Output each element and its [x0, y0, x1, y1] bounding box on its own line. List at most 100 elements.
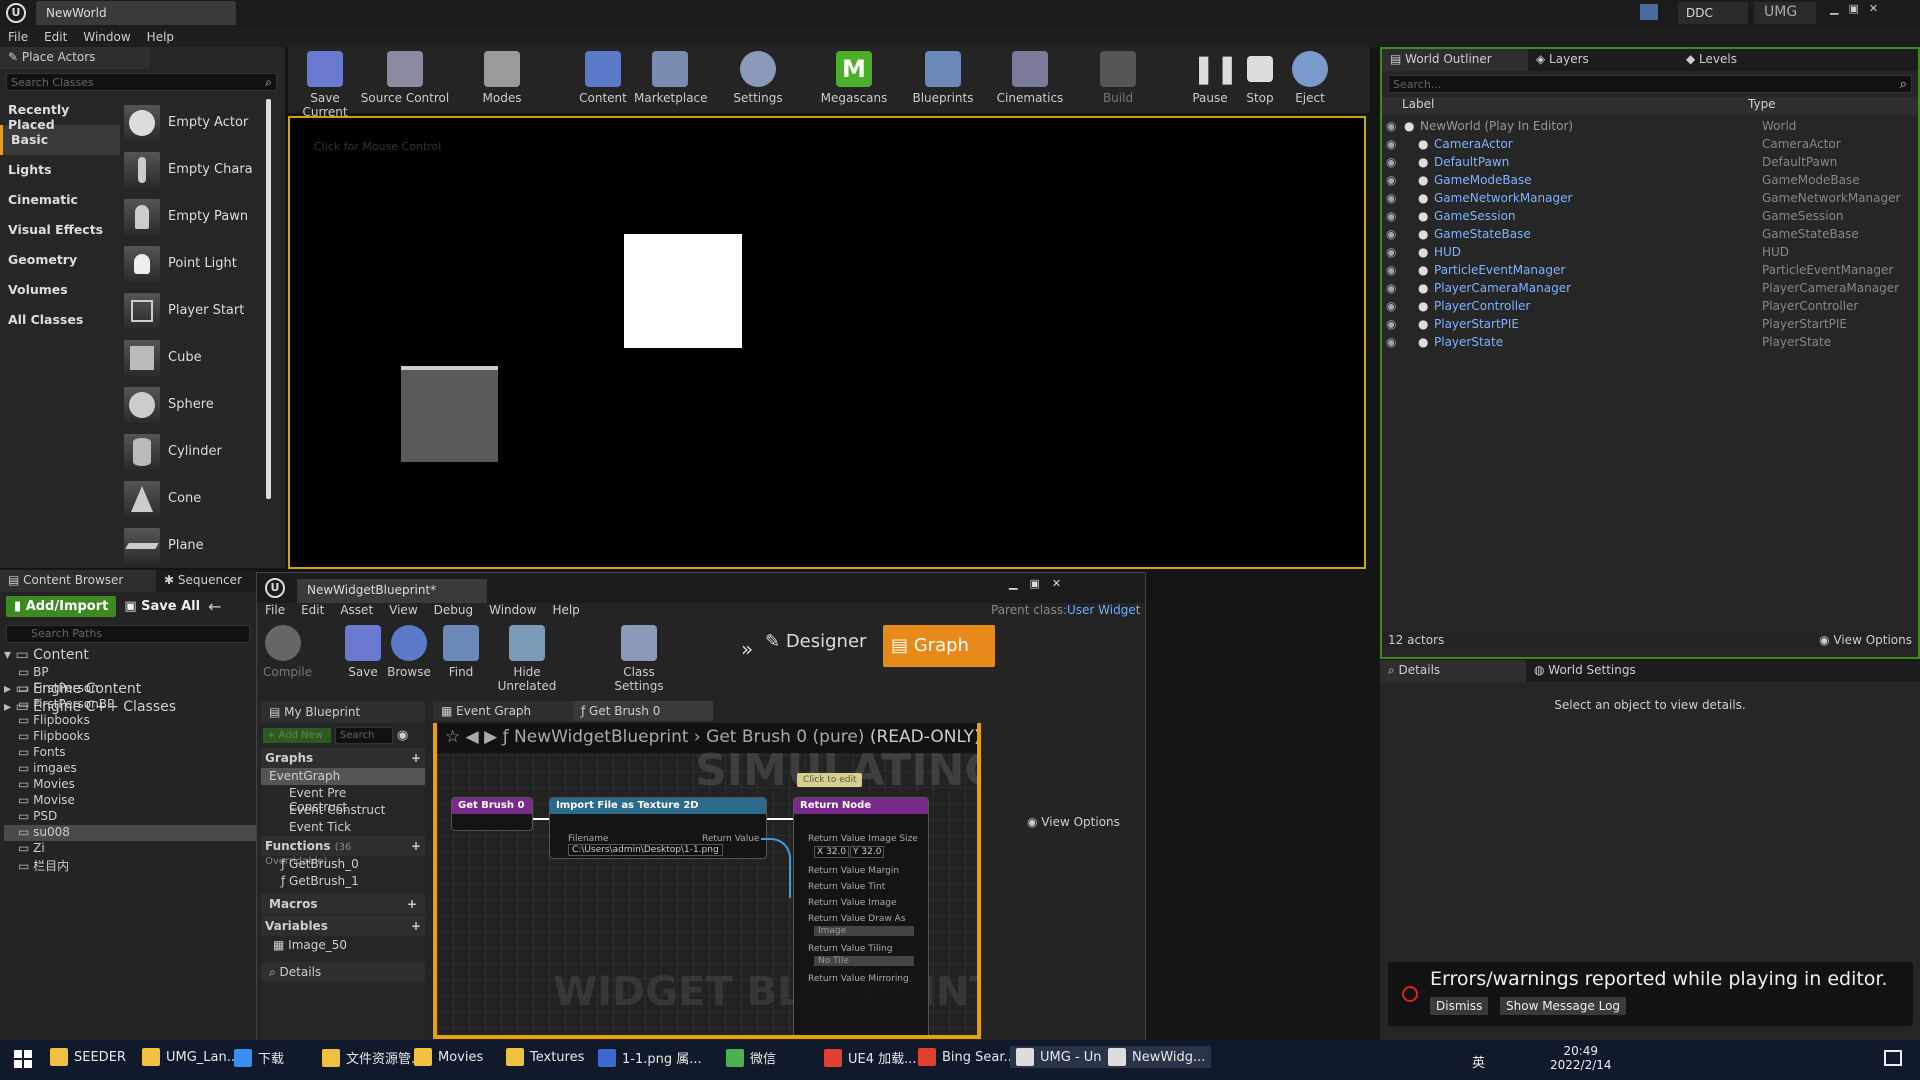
menu-edit[interactable]: Edit: [36, 27, 75, 47]
visibility-eye-icon[interactable]: ◉: [1382, 245, 1404, 259]
outliner-row[interactable]: ◉ ● NewWorld (Play In Editor) World: [1382, 117, 1918, 135]
search-classes-input[interactable]: Search Classes ⌕: [6, 73, 277, 91]
taskbar-app[interactable]: 1-1.png 属...: [598, 1048, 702, 1067]
taskbar-app[interactable]: 下载: [234, 1048, 284, 1067]
tab-sequencer[interactable]: ✱ Sequencer: [156, 570, 250, 592]
comment-bubble[interactable]: Click to edit: [797, 773, 863, 787]
windows-start-icon[interactable]: [14, 1050, 32, 1068]
browse-button[interactable]: Browse: [387, 625, 431, 679]
hide-unrelated-button[interactable]: Hide Unrelated: [491, 625, 563, 693]
category-volumes[interactable]: Volumes: [0, 275, 120, 305]
eject-button[interactable]: Eject: [1292, 51, 1328, 105]
place-item-empty-character[interactable]: Empty Chara: [124, 146, 264, 193]
tab-content-browser[interactable]: ▤ Content Browser: [0, 570, 156, 592]
add-icon[interactable]: +: [411, 751, 421, 765]
folder-item[interactable]: ▭ Movies: [4, 777, 256, 793]
outliner-row[interactable]: ◉ ● PlayerStartPIE PlayerStartPIE: [1382, 315, 1918, 333]
place-item-empty-actor[interactable]: Empty Actor: [124, 99, 264, 146]
functions-section[interactable]: Functions (36 Overridable) +: [261, 836, 425, 867]
folder-item[interactable]: ▭ Zi: [4, 841, 256, 857]
visibility-eye-icon[interactable]: ◉: [1382, 119, 1404, 133]
designer-button[interactable]: ✎ Designer: [765, 631, 866, 652]
visibility-eye-icon[interactable]: ◉: [1382, 137, 1404, 151]
graphs-section[interactable]: Graphs +: [261, 748, 425, 768]
category-cinematic[interactable]: Cinematic: [0, 185, 120, 215]
content-button[interactable]: Content: [578, 51, 628, 105]
col-label[interactable]: Label: [1382, 97, 1748, 115]
place-actors-tab[interactable]: ✎ Place Actors: [0, 47, 150, 69]
category-lights[interactable]: Lights: [0, 155, 120, 185]
event-graph-item[interactable]: EventGraph: [261, 768, 425, 785]
dismiss-button[interactable]: Dismiss: [1430, 997, 1489, 1015]
megascans-button[interactable]: M Megascans: [816, 51, 892, 105]
show-message-log-button[interactable]: Show Message Log: [1500, 997, 1627, 1015]
class-settings-button[interactable]: Class Settings: [601, 625, 677, 693]
folder-item[interactable]: ▭ imgaes: [4, 761, 256, 777]
tree-engine-cpp[interactable]: ▸ ▭ Engine C++ Classes: [0, 699, 256, 717]
maximize-icon[interactable]: ▣: [1029, 577, 1039, 590]
return-node[interactable]: Return Node Return Value Image Size X 32…: [793, 797, 929, 1035]
search-paths-input[interactable]: Search Paths: [6, 625, 250, 643]
compile-button[interactable]: Compile: [263, 625, 312, 679]
bp-menu-asset[interactable]: Asset: [332, 603, 381, 621]
stop-button[interactable]: Stop: [1242, 51, 1278, 105]
notification-center-icon[interactable]: [1884, 1050, 1902, 1066]
tab-get-brush[interactable]: ƒ Get Brush 0: [573, 701, 713, 721]
visibility-eye-icon[interactable]: ◉: [1382, 155, 1404, 169]
tree-content-root[interactable]: ▾ ▭ Content: [0, 647, 256, 665]
menu-window[interactable]: Window: [75, 27, 138, 47]
marketplace-button[interactable]: Marketplace: [634, 51, 708, 105]
function-item[interactable]: ƒ GetBrush_0: [261, 856, 425, 873]
visibility-eye-icon[interactable]: ◉: [1382, 299, 1404, 313]
event-construct[interactable]: Event Construct: [261, 802, 425, 819]
place-item-cylinder[interactable]: Cylinder: [124, 428, 264, 475]
tab-layers[interactable]: ◈ Layers: [1528, 49, 1678, 71]
folder-item[interactable]: ▭ su008: [4, 825, 256, 841]
tree-engine-content[interactable]: ▸ ▭ Engine Content: [0, 681, 256, 699]
taskbar-app[interactable]: Movies: [414, 1048, 483, 1066]
tab-event-graph[interactable]: ▦ Event Graph: [433, 701, 573, 721]
bp-menu-debug[interactable]: Debug: [426, 603, 481, 621]
visibility-eye-icon[interactable]: ◉: [1382, 281, 1404, 295]
place-item-point-light[interactable]: Point Light: [124, 240, 264, 287]
back-icon[interactable]: ◀: [466, 727, 484, 747]
outliner-row[interactable]: ◉ ● GameModeBase GameModeBase: [1382, 171, 1918, 189]
col-type[interactable]: Type: [1748, 97, 1776, 115]
find-button[interactable]: Find: [443, 625, 479, 679]
visibility-eye-icon[interactable]: ◉: [1382, 263, 1404, 277]
pin-mirroring[interactable]: Return Value Mirroring: [808, 974, 909, 984]
bp-menu-help[interactable]: Help: [544, 603, 587, 621]
place-item-sphere[interactable]: Sphere: [124, 381, 264, 428]
tray-ime-label[interactable]: 英: [1472, 1056, 1485, 1071]
source-control-button[interactable]: Source Control: [360, 51, 450, 105]
place-scrollbar[interactable]: [266, 99, 271, 499]
close-icon[interactable]: ✕: [1869, 2, 1878, 15]
level-tab[interactable]: NewWorld: [36, 1, 236, 25]
folder-item[interactable]: ▭ Movise: [4, 793, 256, 809]
taskbar-app[interactable]: UE4 加载...: [824, 1048, 917, 1067]
place-item-plane[interactable]: Plane: [124, 522, 264, 569]
draw-as-dropdown[interactable]: Image: [814, 926, 914, 936]
taskbar-app[interactable]: SEEDER: [50, 1048, 126, 1066]
add-icon[interactable]: +: [411, 919, 421, 933]
view-options-button[interactable]: ◉ View Options: [1819, 633, 1912, 649]
back-arrow-icon[interactable]: ←: [208, 597, 221, 616]
category-geometry[interactable]: Geometry: [0, 245, 120, 275]
category-recently-placed[interactable]: Recently Placed: [0, 95, 120, 132]
folder-item[interactable]: ▭ 栏目内: [4, 857, 256, 873]
bp-menu-edit[interactable]: Edit: [293, 603, 332, 621]
tab-details[interactable]: ⌕ Details: [1380, 660, 1526, 682]
import-texture-node[interactable]: Import File as Texture 2D Filename C:\Us…: [549, 797, 767, 859]
tab-levels[interactable]: ◆ Levels: [1678, 49, 1828, 71]
ddc-button[interactable]: DDC: [1678, 2, 1748, 24]
outliner-row[interactable]: ◉ ● PlayerState PlayerState: [1382, 333, 1918, 351]
maximize-icon[interactable]: ▣: [1848, 2, 1858, 15]
minimize-icon[interactable]: ▁: [1830, 2, 1838, 15]
graph-button[interactable]: ▤ Graph: [883, 625, 995, 667]
pin-image[interactable]: Return Value Image: [808, 898, 897, 908]
category-visual-effects[interactable]: Visual Effects: [0, 215, 120, 245]
folder-item[interactable]: ▭ Flipbooks: [4, 729, 256, 745]
visibility-eye-icon[interactable]: ◉: [1382, 335, 1404, 349]
bp-save-button[interactable]: Save: [345, 625, 381, 679]
bp-view-options[interactable]: ◉ View Options: [1027, 815, 1120, 829]
